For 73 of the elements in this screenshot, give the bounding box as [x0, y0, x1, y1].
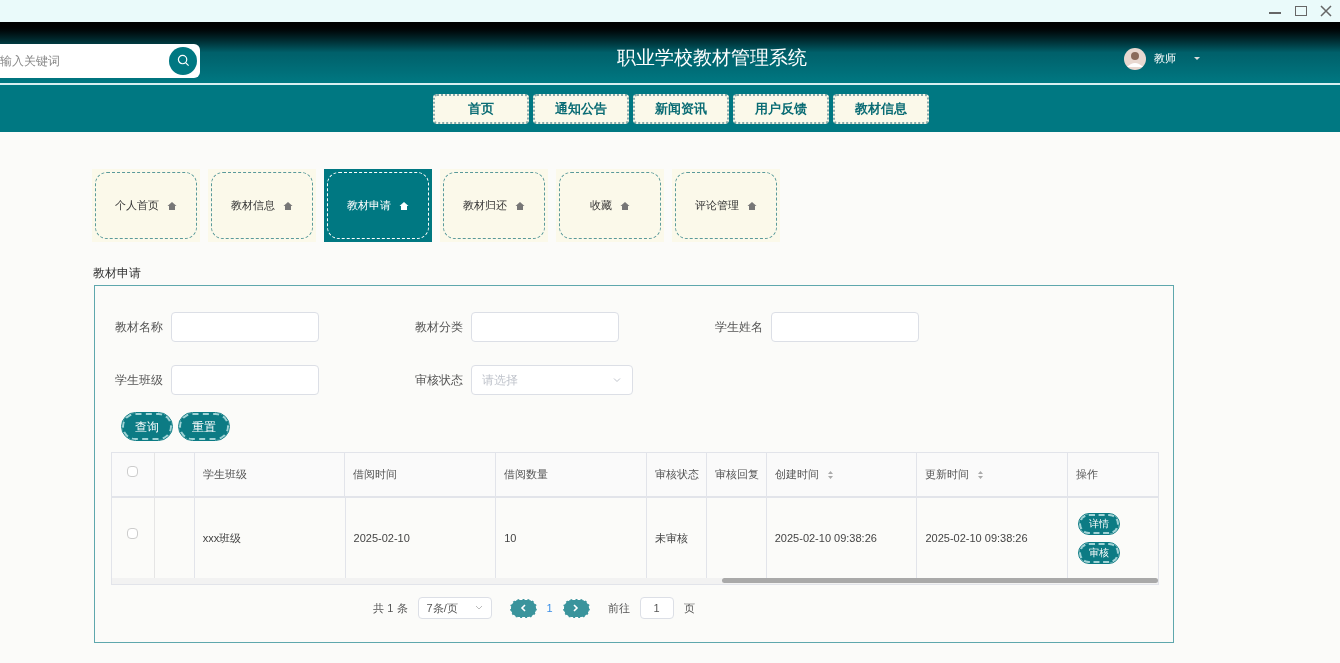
input-field[interactable]	[771, 312, 919, 342]
nav-item[interactable]: 通知公告	[533, 93, 629, 124]
close-icon[interactable]	[1320, 5, 1332, 17]
search-icon	[176, 54, 190, 67]
user-name[interactable]: 教师	[1154, 50, 1176, 67]
column-header: 操作	[1076, 467, 1099, 483]
goto-label: 前往	[607, 600, 630, 616]
column-header[interactable]: 更新时间	[925, 466, 970, 483]
house-icon	[283, 200, 293, 211]
header-cell[interactable]: 创建时间	[765, 453, 917, 496]
house-icon	[747, 200, 757, 211]
field-label: 教材分类	[414, 319, 463, 336]
column-header: 借阅数量	[504, 467, 549, 483]
nav-item[interactable]: 教材信息	[833, 93, 929, 124]
action-button[interactable]: 审核	[1079, 542, 1120, 563]
column-header: 借阅时间	[353, 467, 398, 483]
form-button[interactable]: 查询	[122, 413, 172, 440]
column-header: 审核回复	[714, 467, 759, 483]
next-page-button[interactable]	[562, 598, 590, 618]
page-number[interactable]: 1	[546, 599, 553, 617]
form-button[interactable]: 重置	[179, 413, 229, 440]
house-icon	[515, 200, 525, 211]
tab[interactable]: 教材归还	[440, 169, 548, 242]
prev-page-button[interactable]	[509, 598, 537, 618]
table-cell-text: 2025-02-10	[353, 530, 410, 546]
action-button[interactable]: 详情	[1079, 513, 1120, 534]
tab[interactable]: 收藏	[556, 169, 664, 242]
nav-item[interactable]: 首页	[433, 93, 529, 124]
chevron-right-icon	[573, 604, 580, 612]
house-icon	[167, 200, 177, 211]
sort-icon[interactable]	[826, 469, 834, 480]
table-cell-text: 未审核	[654, 530, 688, 546]
header-cell[interactable]: 更新时间	[916, 453, 1068, 496]
checkbox[interactable]	[127, 466, 139, 477]
input-field[interactable]	[471, 312, 619, 342]
search-field[interactable]: 输入关键词	[0, 43, 200, 78]
page-input[interactable]: 1	[639, 597, 674, 619]
field-label: 学生班级	[114, 372, 163, 389]
page-suffix: 页	[683, 600, 695, 616]
checkbox[interactable]	[127, 528, 139, 539]
input-field[interactable]	[171, 365, 319, 395]
total-count: 共 1 条	[373, 600, 408, 616]
chevron-left-icon	[520, 604, 527, 612]
scrollbar-thumb[interactable]	[722, 578, 1158, 583]
chevron-down-icon	[612, 375, 622, 385]
column-header: 审核状态	[654, 467, 699, 483]
house-icon	[620, 200, 630, 211]
chevron-down-icon	[474, 605, 483, 611]
field-label: 教材名称	[114, 319, 163, 336]
avatar-icon[interactable]	[1124, 47, 1146, 70]
nav-item[interactable]: 用户反馈	[733, 93, 829, 124]
nav-item[interactable]: 新闻资讯	[633, 93, 729, 124]
table-cell-text: 10	[504, 530, 517, 546]
tab[interactable]: 教材信息	[208, 169, 316, 242]
site-title: 职业学校教材管理系统	[617, 46, 807, 71]
tab[interactable]: 个人首页	[92, 169, 200, 242]
tab[interactable]: 评论管理	[672, 169, 780, 242]
field-label: 学生姓名	[714, 319, 763, 336]
table-cell-text: xxx班级	[202, 530, 242, 546]
table-cell-text: 2025-02-10 09:38:26	[774, 530, 877, 546]
house-icon	[399, 200, 409, 211]
column-header: 学生班级	[202, 467, 247, 483]
page-size-select[interactable]: 7条/页	[417, 597, 492, 619]
maximize-icon[interactable]	[1294, 5, 1308, 17]
section-title: 教材申请	[93, 265, 141, 282]
field-label: 审核状态	[414, 372, 463, 389]
input-field[interactable]	[171, 312, 319, 342]
tab[interactable]: 教材申请	[324, 169, 432, 242]
sort-icon[interactable]	[977, 469, 985, 480]
table-cell-text: 2025-02-10 09:38:26	[925, 530, 1028, 546]
caret-icon[interactable]	[1192, 55, 1202, 62]
search-button[interactable]	[169, 46, 197, 75]
column-header[interactable]: 创建时间	[774, 466, 819, 483]
